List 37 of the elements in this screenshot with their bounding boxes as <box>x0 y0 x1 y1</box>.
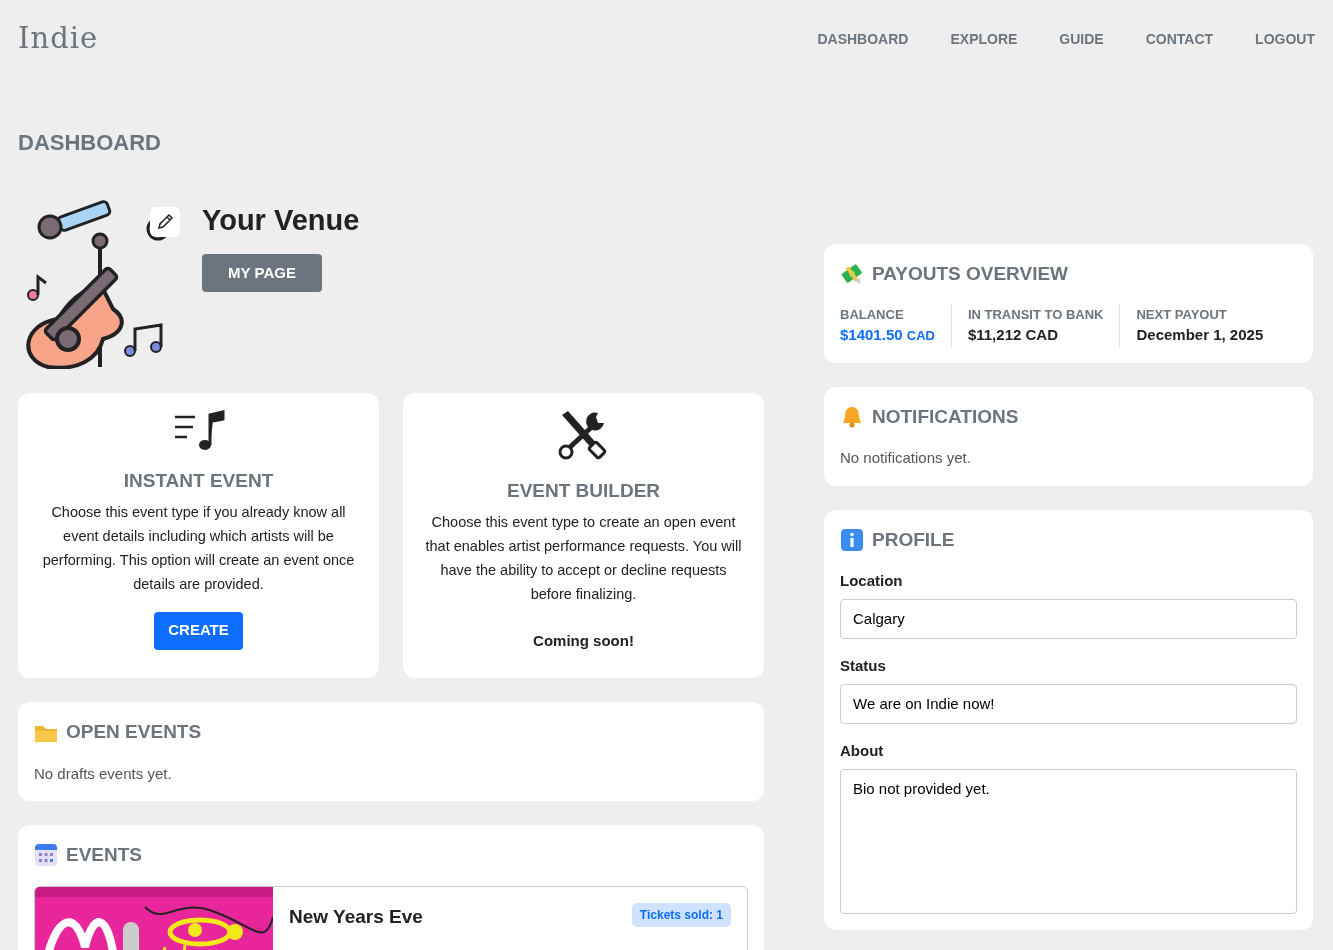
section-title: EVENTS <box>66 843 143 867</box>
field-label: About <box>840 741 885 761</box>
venue-name: Your Venue <box>202 203 360 238</box>
stat-label: NEXT PAYOUT <box>1136 305 1228 324</box>
coming-soon-text: Coming soon! <box>533 630 634 651</box>
section-title: OPEN EVENTS <box>66 720 202 744</box>
event-item[interactable]: New Years Eve Tickets sold: 1 <box>34 885 748 950</box>
tickets-badge: Tickets sold: 1 <box>631 902 731 927</box>
brand-logo[interactable]: Indie <box>18 17 99 61</box>
nav-link[interactable]: EXPLORE <box>950 28 1018 50</box>
field-label: Location <box>840 571 904 591</box>
input-field[interactable]: We are on Indie now! <box>840 683 1297 724</box>
section-title: NOTIFICATIONS <box>872 404 1019 429</box>
page-title: DASHBOARD <box>18 129 162 157</box>
section-title: PROFILE <box>872 527 955 552</box>
card-description: Choose this event type to create an open event that enables artist performance requests. You will have the ability to accept or decline requests before finalizing. <box>424 512 743 604</box>
stat-value: December 1, 2025 <box>1136 325 1264 345</box>
card-description: Choose this event type if you already know all event details including which artists will be performing. This option will create an event once details are provided. <box>41 502 356 594</box>
stat-label: BALANCE <box>840 305 905 324</box>
create-button[interactable]: CREATE <box>154 611 243 650</box>
nav-link[interactable]: LOGOUT <box>1255 28 1315 50</box>
card-title: INSTANT EVENT <box>123 469 274 493</box>
section-title: PAYOUTS OVERVIEW <box>872 262 1069 286</box>
empty-message: No notifications yet. <box>840 448 972 468</box>
stat-label: IN TRANSIT TO BANK <box>967 305 1104 324</box>
event-title: New Years Eve <box>289 904 423 929</box>
stat-value: $1401.50 CAD <box>840 325 935 345</box>
stat-value: $11,212 CAD <box>967 325 1059 345</box>
my-page-button[interactable]: MY PAGE <box>202 253 322 292</box>
nav-link[interactable]: CONTACT <box>1145 28 1214 50</box>
input-field[interactable]: Calgary <box>840 598 1297 639</box>
empty-message: No drafts events yet. <box>34 763 173 784</box>
nav-link[interactable]: DASHBOARD <box>817 28 909 50</box>
nav-link[interactable]: GUIDE <box>1059 28 1104 50</box>
field-label: Status <box>840 656 887 676</box>
about-field[interactable]: Bio not provided yet. <box>840 768 1297 914</box>
card-title: EVENT BUILDER <box>506 479 661 503</box>
